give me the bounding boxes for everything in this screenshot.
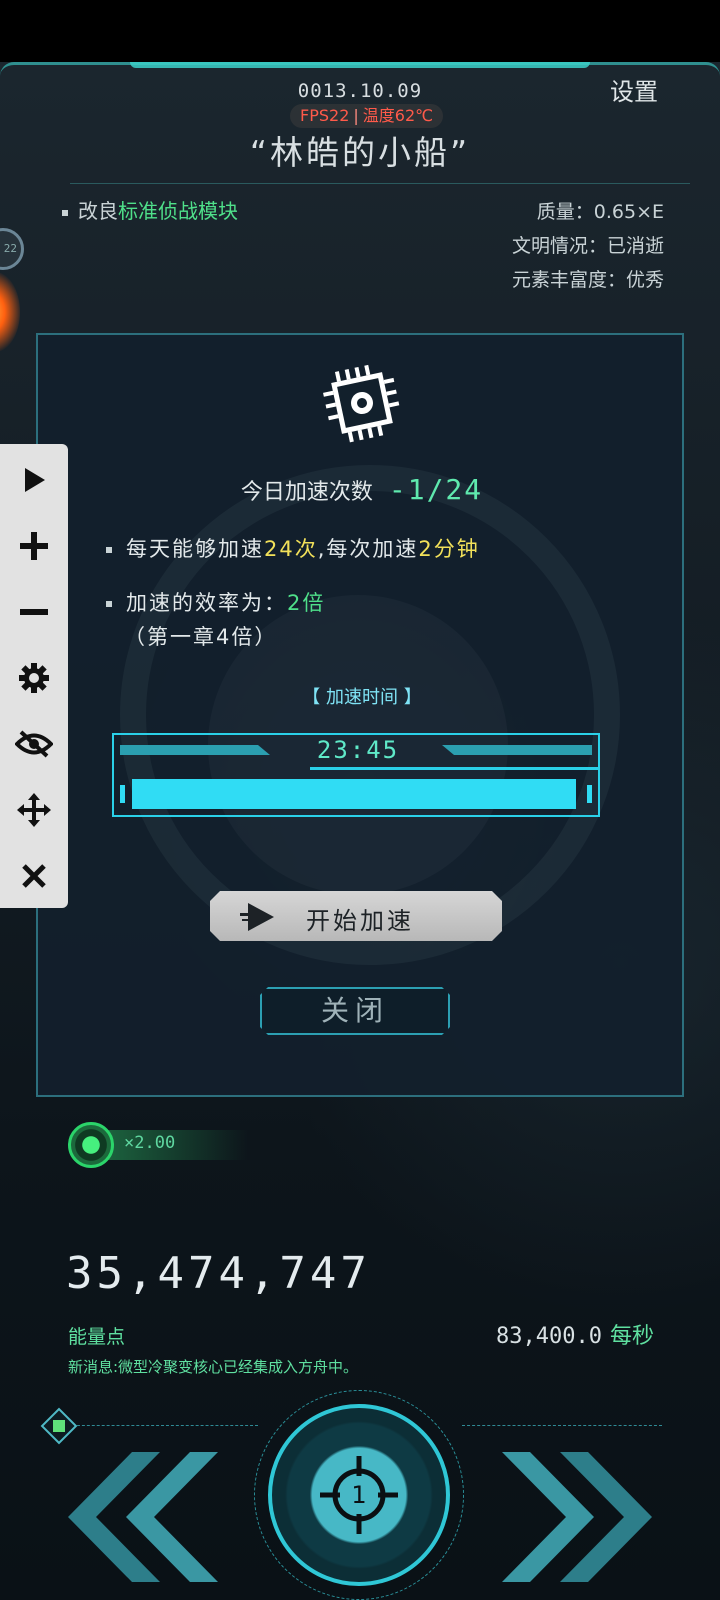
crosshair-icon: 1 (320, 1456, 398, 1534)
minus-icon[interactable] (14, 592, 54, 632)
next-arrow-icon[interactable] (502, 1452, 652, 1582)
start-speedup-button[interactable]: 开始加速 (210, 891, 502, 941)
speedup-timer-panel: 23:45 (112, 733, 600, 817)
settings-button[interactable]: 设置 (610, 72, 658, 107)
speedup-time-label: 【 加速时间 】 (302, 687, 422, 708)
timer-separator (310, 767, 600, 770)
progress-cap-right (587, 785, 592, 803)
speedup-timer: 23:45 (316, 736, 400, 764)
close-icon[interactable] (14, 856, 54, 896)
target-count: 1 (351, 1481, 366, 1509)
play-icon (238, 901, 278, 933)
count-label: 今日加速次数 (240, 480, 373, 505)
energy-rate-value: 83,400.0 (496, 1324, 602, 1349)
move-icon[interactable] (14, 790, 54, 830)
planet-elements: 元素丰富度：优秀 (511, 269, 664, 291)
play-icon[interactable] (14, 460, 54, 500)
daily-speedup-count: 今日加速次数 -1/24 (38, 473, 686, 506)
speedup-progress-fill (132, 779, 576, 809)
planet-stats: 质量：0.65×E 文明情况：已消逝 元素丰富度：优秀 (512, 195, 664, 297)
fps-readout: FPS22 (300, 106, 350, 125)
multiplier-badge[interactable]: ×2.00 (68, 1122, 248, 1168)
eye-off-icon[interactable] (14, 724, 54, 764)
start-speedup-label: 开始加速 (306, 907, 414, 935)
floating-toolbar (0, 444, 68, 908)
progress-cap-left (120, 785, 125, 803)
status-bar (0, 0, 720, 62)
close-dialog-button[interactable]: 关闭 (260, 987, 450, 1035)
previous-arrow-icon[interactable] (68, 1452, 218, 1582)
module-prefix: 改良 (78, 199, 118, 223)
news-message: 新消息:微型冷聚变核心已经集成入方舟中。 (68, 1358, 359, 1376)
multiplier-icon (68, 1122, 114, 1168)
header-divider (70, 183, 690, 184)
energy-rate-unit: 每秒 (609, 1324, 654, 1349)
nav-divider-left (72, 1425, 258, 1426)
speedup-dialog: 今日加速次数 -1/24 每天能够加速24次,每次加速2分钟 加速的效率为：2倍 … (36, 333, 684, 1097)
plus-icon[interactable] (14, 526, 54, 566)
chip-icon (323, 364, 400, 443)
rule-chapter-note: （第一章4倍） (124, 625, 278, 649)
ship-title: “林皓的小船” (249, 133, 471, 172)
gear-icon[interactable] (14, 658, 54, 698)
module-info: 改良标准侦战模块 (62, 195, 238, 224)
energy-points-label: 能量点 (68, 1326, 126, 1348)
energy-points-value: 35,474,747 (66, 1248, 371, 1299)
rule-daily-limit: 每天能够加速24次,每次加速2分钟 (106, 533, 480, 563)
multiplier-value: ×2.00 (124, 1133, 176, 1153)
module-name: 标准侦战模块 (118, 199, 238, 223)
performance-badge: FPS22 | 温度62℃ (290, 104, 444, 128)
speedup-progress-bar (132, 779, 580, 809)
nav-divider-right (462, 1425, 662, 1426)
planet-civilization: 文明情况：已消逝 (511, 235, 664, 257)
game-date: 0013.10.09 (297, 80, 423, 102)
rule-efficiency: 加速的效率为：2倍 (106, 587, 325, 617)
nav-indicator-dot (53, 1420, 65, 1432)
planet-mass: 质量：0.65×E (536, 201, 664, 223)
header-accent (130, 62, 590, 68)
count-value: -1/24 (388, 473, 484, 506)
temperature-readout: 温度62℃ (362, 106, 434, 125)
energy-rate: 83,400.0 每秒 (496, 1318, 654, 1350)
